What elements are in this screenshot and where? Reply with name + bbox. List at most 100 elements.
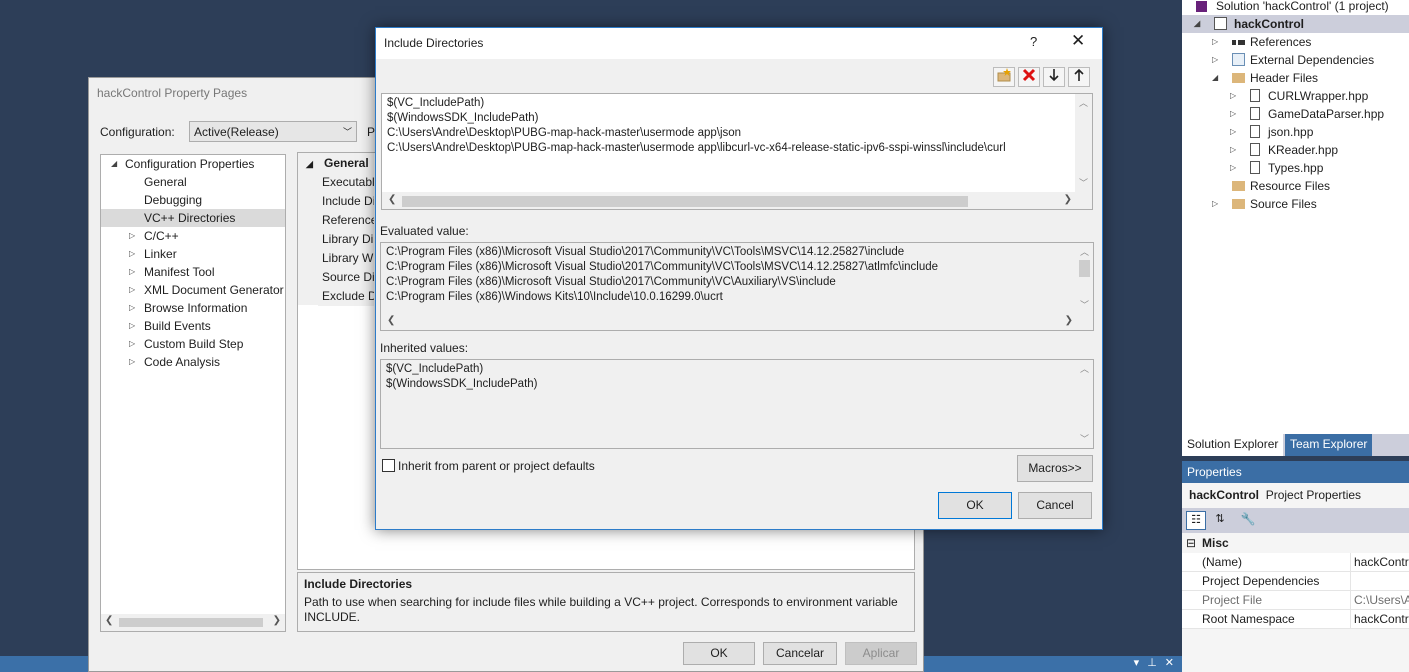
evaluated-horizontal-scrollbar[interactable]: ❮ ❯ [381,313,1093,330]
property-row[interactable]: Root Namespace hackContr [1182,610,1409,629]
property-tree[interactable]: ◢ Configuration Properties General Debuggin… [100,154,286,632]
alphabetical-icon[interactable]: ⇅ [1210,511,1230,530]
move-down-button[interactable] [1043,67,1065,87]
collapsed-triangle-icon[interactable]: ▷ [129,299,135,317]
scroll-thumb[interactable] [402,196,968,207]
help-button[interactable]: ? [1030,34,1037,49]
close-icon[interactable]: ✕ [1165,656,1174,669]
pp-apply-button[interactable]: Aplicar [845,642,917,665]
scroll-left-icon[interactable]: ❮ [105,615,113,626]
collapsed-triangle-icon[interactable]: ▷ [1230,105,1236,123]
collapsed-triangle-icon[interactable]: ▷ [1212,33,1218,51]
property-row[interactable]: Project Dependencies [1182,572,1409,591]
tree-item[interactable]: General [101,173,285,191]
property-pages-icon[interactable]: 🔧 [1238,511,1258,530]
grid-row[interactable]: Executable [318,173,374,192]
collapsed-triangle-icon[interactable]: ▷ [1230,123,1236,141]
dialog-ok-button[interactable]: OK [938,492,1012,519]
tree-item[interactable]: ▷ XML Document Generator [101,281,285,299]
tree-item[interactable]: Debugging [101,191,285,209]
delete-line-button[interactable] [1018,67,1040,87]
properties-object-selector[interactable]: hackControl Project Properties [1189,488,1361,502]
grid-category-general[interactable]: ◢ General [298,153,374,173]
expanded-triangle-icon[interactable]: ◢ [111,155,117,173]
editor-vertical-scrollbar[interactable]: ︿ ﹀ [1075,94,1092,192]
new-line-button[interactable] [993,67,1015,87]
grid-row[interactable]: Library Dir [318,230,374,249]
macros-button[interactable]: Macros>> [1017,455,1093,482]
tab-solution-explorer[interactable]: Solution Explorer [1182,434,1284,456]
collapsed-triangle-icon[interactable]: ▷ [1212,51,1218,69]
scroll-left-icon[interactable]: ❮ [388,194,396,205]
configuration-select[interactable]: Active(Release) ﹀ [189,121,357,142]
grid-row[interactable]: Library Wi [318,249,374,268]
collapsed-triangle-icon[interactable]: ▷ [129,317,135,335]
pin-icon[interactable]: ⊥ [1147,656,1157,669]
editor-horizontal-scrollbar[interactable]: ❮ ❯ [382,192,1092,209]
scroll-thumb[interactable] [119,618,263,627]
inherited-values-box[interactable]: $(VC_IncludePath) $(WindowsSDK_IncludePat… [380,359,1094,449]
solution-explorer-item[interactable]: ▷ json.hpp [1182,123,1409,141]
grid-row[interactable]: Include Di [318,192,374,211]
pp-cancel-button[interactable]: Cancelar [763,642,837,665]
include-paths-editor[interactable]: $(VC_IncludePath) $(WindowsSDK_IncludePat… [381,93,1093,210]
tree-item[interactable]: ▷ Build Events [101,317,285,335]
scroll-down-icon[interactable]: ﹀ [1079,176,1088,189]
grid-row[interactable]: Source Dir [318,268,374,287]
solution-explorer-item[interactable]: ▷ CURLWrapper.hpp [1182,87,1409,105]
project-node[interactable]: ◢ hackControl [1182,15,1409,33]
scroll-right-icon[interactable]: ❯ [1065,315,1073,326]
solution-explorer-item[interactable]: Resource Files [1182,177,1409,195]
evaluated-value-box[interactable]: C:\Program Files (x86)\Microsoft Visual … [380,242,1094,331]
scroll-up-icon[interactable]: ︿ [1079,96,1088,109]
tree-item[interactable]: ▷ Manifest Tool [101,263,285,281]
scroll-down-icon[interactable]: ﹀ [1080,298,1089,311]
solution-explorer-item[interactable]: ▷ GameDataParser.hpp [1182,105,1409,123]
dialog-cancel-button[interactable]: Cancel [1018,492,1092,519]
move-up-button[interactable] [1068,67,1090,87]
scroll-up-icon[interactable]: ︿ [1080,362,1089,375]
inherit-checkbox-label[interactable]: Inherit from parent or project defaults [398,459,595,473]
category-misc[interactable]: ⊟ Misc [1182,534,1409,553]
collapsed-triangle-icon[interactable]: ▷ [129,245,135,263]
collapsed-triangle-icon[interactable]: ▷ [1230,141,1236,159]
tree-item[interactable]: ▷ Linker [101,245,285,263]
scroll-thumb[interactable] [1079,260,1090,277]
close-button[interactable]: ✕ [1071,31,1085,51]
solution-explorer-item[interactable]: ◢ Header Files [1182,69,1409,87]
tab-team-explorer[interactable]: Team Explorer [1285,434,1373,456]
property-row[interactable]: (Name) hackControl [1182,553,1409,572]
property-row[interactable]: Project File C:\Users\A [1182,591,1409,610]
scroll-right-icon[interactable]: ❯ [273,615,281,626]
grid-row[interactable]: Exclude Di [318,287,374,306]
collapsed-triangle-icon[interactable]: ▷ [129,281,135,299]
collapsed-triangle-icon[interactable]: ▷ [129,353,135,371]
scroll-up-icon[interactable]: ︿ [1080,245,1089,258]
tree-item[interactable]: VC++ Directories [101,209,285,227]
collapsed-triangle-icon[interactable]: ▷ [129,335,135,353]
inherit-checkbox[interactable] [382,459,395,472]
solution-explorer-item[interactable]: ▷ References [1182,33,1409,51]
tree-item[interactable]: ◢ Configuration Properties [101,155,285,173]
collapsed-triangle-icon[interactable]: ▷ [1212,195,1218,213]
collapsed-triangle-icon[interactable]: ▷ [129,263,135,281]
scroll-left-icon[interactable]: ❮ [387,315,395,326]
solution-explorer-item[interactable]: ▷ External Dependencies [1182,51,1409,69]
collapsed-triangle-icon[interactable]: ▷ [129,227,135,245]
tree-item[interactable]: ▷ Browse Information [101,299,285,317]
solution-explorer-item[interactable]: ▷ KReader.hpp [1182,141,1409,159]
evaluated-vertical-scrollbar[interactable]: ︿ ﹀ [1076,243,1093,313]
solution-explorer-item[interactable]: ▷ Source Files [1182,195,1409,213]
grid-row[interactable]: Reference [318,211,374,230]
dropdown-icon[interactable]: ▾ [1134,656,1140,669]
pp-ok-button[interactable]: OK [683,642,755,665]
collapse-icon[interactable]: ⊟ [1186,534,1196,553]
tree-item[interactable]: ▷ Custom Build Step [101,335,285,353]
scroll-right-icon[interactable]: ❯ [1064,194,1072,205]
expanded-triangle-icon[interactable]: ◢ [1212,69,1218,87]
tree-item[interactable]: ▷ C/C++ [101,227,285,245]
scroll-down-icon[interactable]: ﹀ [1080,432,1089,445]
tree-horizontal-scrollbar[interactable]: ❮ ❯ [101,614,285,631]
collapsed-triangle-icon[interactable]: ▷ [1230,159,1236,177]
tree-item[interactable]: ▷ Code Analysis [101,353,285,371]
